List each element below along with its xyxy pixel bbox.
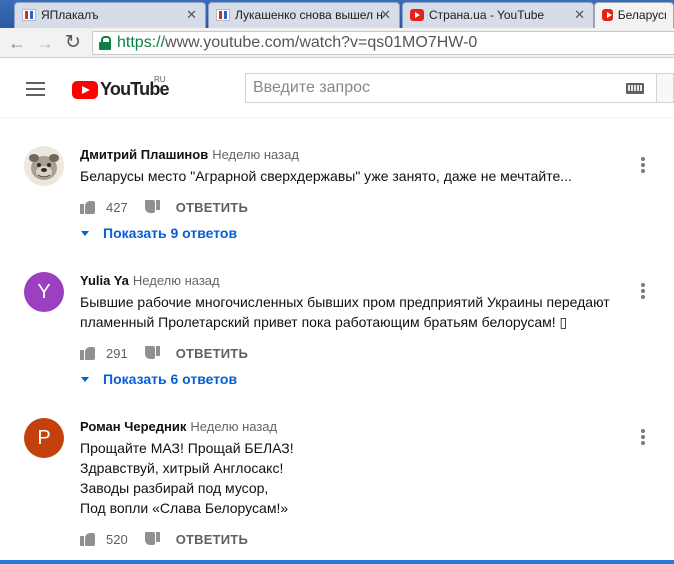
reply-button[interactable]: ОТВЕТИТЬ [176, 200, 248, 215]
more-options-icon[interactable] [641, 283, 645, 299]
search-button[interactable] [657, 73, 674, 103]
browser-toolbar: ← → ↻ https:// www.youtube.com/watch?v=q… [0, 28, 674, 58]
avatar[interactable]: Y [24, 272, 64, 312]
browser-tab[interactable]: ЯПлакалъ ✕ [14, 2, 206, 28]
expand-arrow-icon [81, 376, 89, 382]
comment-time: Неделю назад [190, 419, 278, 434]
close-icon[interactable]: ✕ [574, 7, 585, 23]
search-placeholder: Введите запрос [253, 79, 370, 96]
avatar[interactable]: P [24, 418, 64, 458]
menu-icon[interactable] [26, 82, 45, 96]
close-icon[interactable]: ✕ [186, 7, 197, 23]
taskbar-edge [0, 560, 674, 564]
region-code: RU [154, 75, 166, 84]
browser-tab-active[interactable]: Беларусь б [594, 2, 674, 28]
tab-title: Беларусь б [617, 8, 666, 22]
back-icon[interactable]: ← [6, 32, 28, 54]
youtube-icon [602, 9, 613, 21]
avatar[interactable] [24, 146, 64, 186]
comment-author[interactable]: Yulia Ya Неделю назад [80, 273, 220, 288]
comment-actions: 427 ОТВЕТИТЬ [80, 197, 248, 217]
reply-button[interactable]: ОТВЕТИТЬ [176, 346, 248, 361]
show-replies-button[interactable]: Показать 6 ответов [80, 371, 237, 387]
more-options-icon[interactable] [641, 429, 645, 445]
comment-time: Неделю назад [132, 273, 220, 288]
tab-title: Лукашенко снова вышел н [235, 8, 383, 22]
youtube-header: YouTube RU Введите запрос [0, 59, 674, 117]
browser-tab-strip: ЯПлакалъ ✕ Лукашенко снова вышел н ✕ Стр… [0, 0, 674, 28]
like-icon[interactable] [80, 345, 96, 361]
keyboard-icon[interactable] [626, 83, 644, 94]
dislike-icon[interactable] [144, 531, 160, 547]
comment-author[interactable]: Роман Чередник Неделю назад [80, 419, 277, 434]
address-bar[interactable]: https:// www.youtube.com/watch?v=qs01MO7… [92, 31, 674, 55]
reload-icon[interactable]: ↻ [62, 32, 84, 54]
lock-icon [99, 36, 111, 50]
reply-button[interactable]: ОТВЕТИТЬ [176, 532, 248, 547]
youtube-play-icon [72, 80, 98, 99]
comment-text: Беларусы место "Аграрной сверхдержавы" у… [80, 168, 572, 184]
yaplakal-icon [22, 9, 36, 21]
like-count: 427 [106, 199, 128, 215]
like-count: 291 [106, 345, 128, 361]
like-icon[interactable] [80, 531, 96, 547]
tab-title: Страна.ua - YouTube [429, 8, 545, 22]
url-path: www.youtube.com/watch?v=qs01MO7HW-0 [165, 34, 478, 51]
dislike-icon[interactable] [144, 345, 160, 361]
like-count: 520 [106, 531, 128, 547]
close-icon[interactable]: ✕ [380, 7, 391, 23]
show-replies-button[interactable]: Показать 9 ответов [80, 225, 237, 241]
search-input[interactable]: Введите запрос [245, 73, 657, 103]
tab-title: ЯПлакалъ [41, 8, 99, 22]
like-icon[interactable] [80, 199, 96, 215]
browser-tab[interactable]: Страна.ua - YouTube ✕ [402, 2, 594, 28]
more-options-icon[interactable] [641, 157, 645, 173]
youtube-logo[interactable]: YouTube RU [72, 75, 170, 100]
comment-text: Прощайте МАЗ! Прощай БЕЛАЗ! Здравствуй, … [80, 440, 294, 516]
url-scheme: https:// [117, 34, 166, 51]
yaplakal-icon [216, 9, 230, 21]
browser-tab[interactable]: Лукашенко снова вышел н ✕ [208, 2, 400, 28]
comment-author[interactable]: Дмитрий Плашинов Неделю назад [80, 147, 299, 162]
comment-time: Неделю назад [212, 147, 299, 162]
comment-actions: 520 ОТВЕТИТЬ [80, 529, 248, 549]
bulldog-avatar-icon [24, 146, 64, 186]
youtube-icon [410, 9, 424, 21]
comment-actions: 291 ОТВЕТИТЬ [80, 343, 248, 363]
comment-text: Бывшие рабочие многочисленных бывших про… [80, 294, 610, 330]
expand-arrow-icon [81, 230, 89, 236]
forward-icon[interactable]: → [34, 32, 56, 54]
dislike-icon[interactable] [144, 199, 160, 215]
